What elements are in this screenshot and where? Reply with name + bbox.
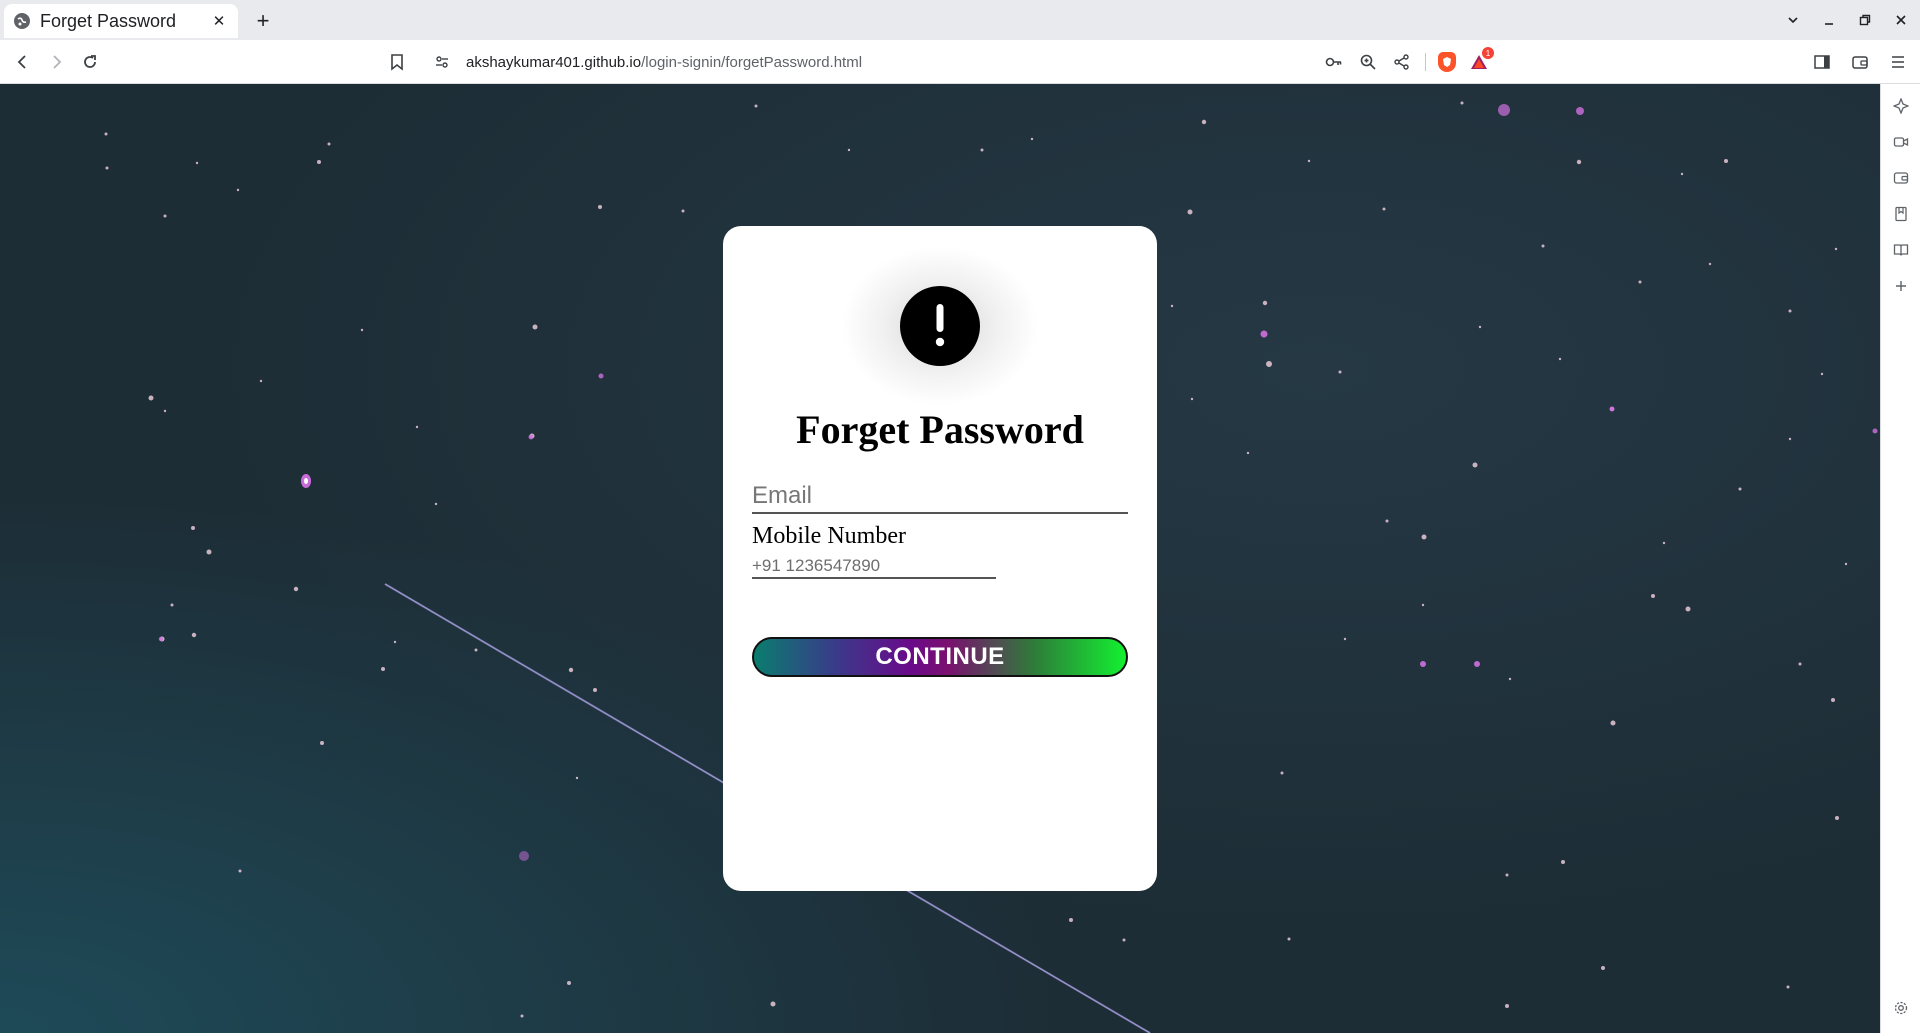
toolbar-right-actions: [1810, 50, 1910, 74]
add-panel-icon[interactable]: [1889, 274, 1913, 298]
page-title: Forget Password: [796, 407, 1084, 452]
minimize-icon[interactable]: [1818, 9, 1840, 31]
toolbar-separator: [1425, 53, 1426, 71]
window-controls: [1782, 6, 1912, 34]
email-input[interactable]: [752, 480, 1128, 514]
browser-tab[interactable]: Forget Password ✕: [4, 4, 238, 38]
address-bar-actions: 1: [1323, 47, 1494, 74]
sidebar-toggle-icon[interactable]: [1810, 50, 1834, 74]
url-text: akshaykumar401.github.io/login-signin/fo…: [466, 54, 862, 71]
new-tab-button[interactable]: +: [250, 8, 276, 34]
site-settings-icon[interactable]: [432, 52, 452, 72]
close-tab-icon[interactable]: ✕: [210, 12, 228, 30]
key-icon[interactable]: [1323, 51, 1345, 73]
mobile-number-label: Mobile Number: [752, 523, 906, 549]
close-window-icon[interactable]: [1890, 9, 1912, 31]
back-icon[interactable]: [11, 50, 35, 74]
mobile-number-input[interactable]: [752, 555, 996, 579]
exclamation-icon: [900, 286, 980, 366]
zoom-icon[interactable]: [1357, 51, 1379, 73]
restore-icon[interactable]: [1854, 9, 1876, 31]
continue-button[interactable]: CONTINUE: [752, 637, 1128, 677]
globe-icon: [14, 13, 30, 29]
brave-shields-icon[interactable]: [1438, 52, 1456, 72]
video-call-icon[interactable]: [1889, 130, 1913, 154]
share-icon[interactable]: [1391, 51, 1413, 73]
leo-ai-icon[interactable]: [1889, 94, 1913, 118]
menu-icon[interactable]: [1886, 50, 1910, 74]
forward-icon[interactable]: [44, 50, 68, 74]
browser-side-panel: [1880, 84, 1920, 1033]
wallet-icon[interactable]: [1848, 50, 1872, 74]
rewards-badge: 1: [1482, 47, 1494, 59]
address-bar[interactable]: akshaykumar401.github.io/login-signin/fo…: [420, 45, 1500, 79]
bookmarks-panel-icon[interactable]: [1889, 202, 1913, 226]
url-host: akshaykumar401.github.io: [466, 53, 642, 71]
bookmark-icon[interactable]: [385, 50, 409, 74]
tab-search-icon[interactable]: [1782, 9, 1804, 31]
forget-password-card: Forget Password Mobile Number CONTINUE: [723, 226, 1157, 891]
settings-gear-icon[interactable]: [1889, 996, 1913, 1020]
browser-toolbar: akshaykumar401.github.io/login-signin/fo…: [0, 40, 1920, 84]
tab-title: Forget Password: [40, 10, 177, 31]
url-path: /login-signin/forgetPassword.html: [641, 53, 863, 71]
reload-icon[interactable]: [78, 50, 102, 74]
tab-strip: Forget Password ✕ +: [0, 0, 1920, 40]
reading-list-icon[interactable]: [1889, 238, 1913, 262]
brave-rewards-icon[interactable]: 1: [1468, 47, 1494, 73]
page-viewport: Forget Password Mobile Number CONTINUE: [0, 84, 1880, 1033]
wallet-panel-icon[interactable]: [1889, 166, 1913, 190]
